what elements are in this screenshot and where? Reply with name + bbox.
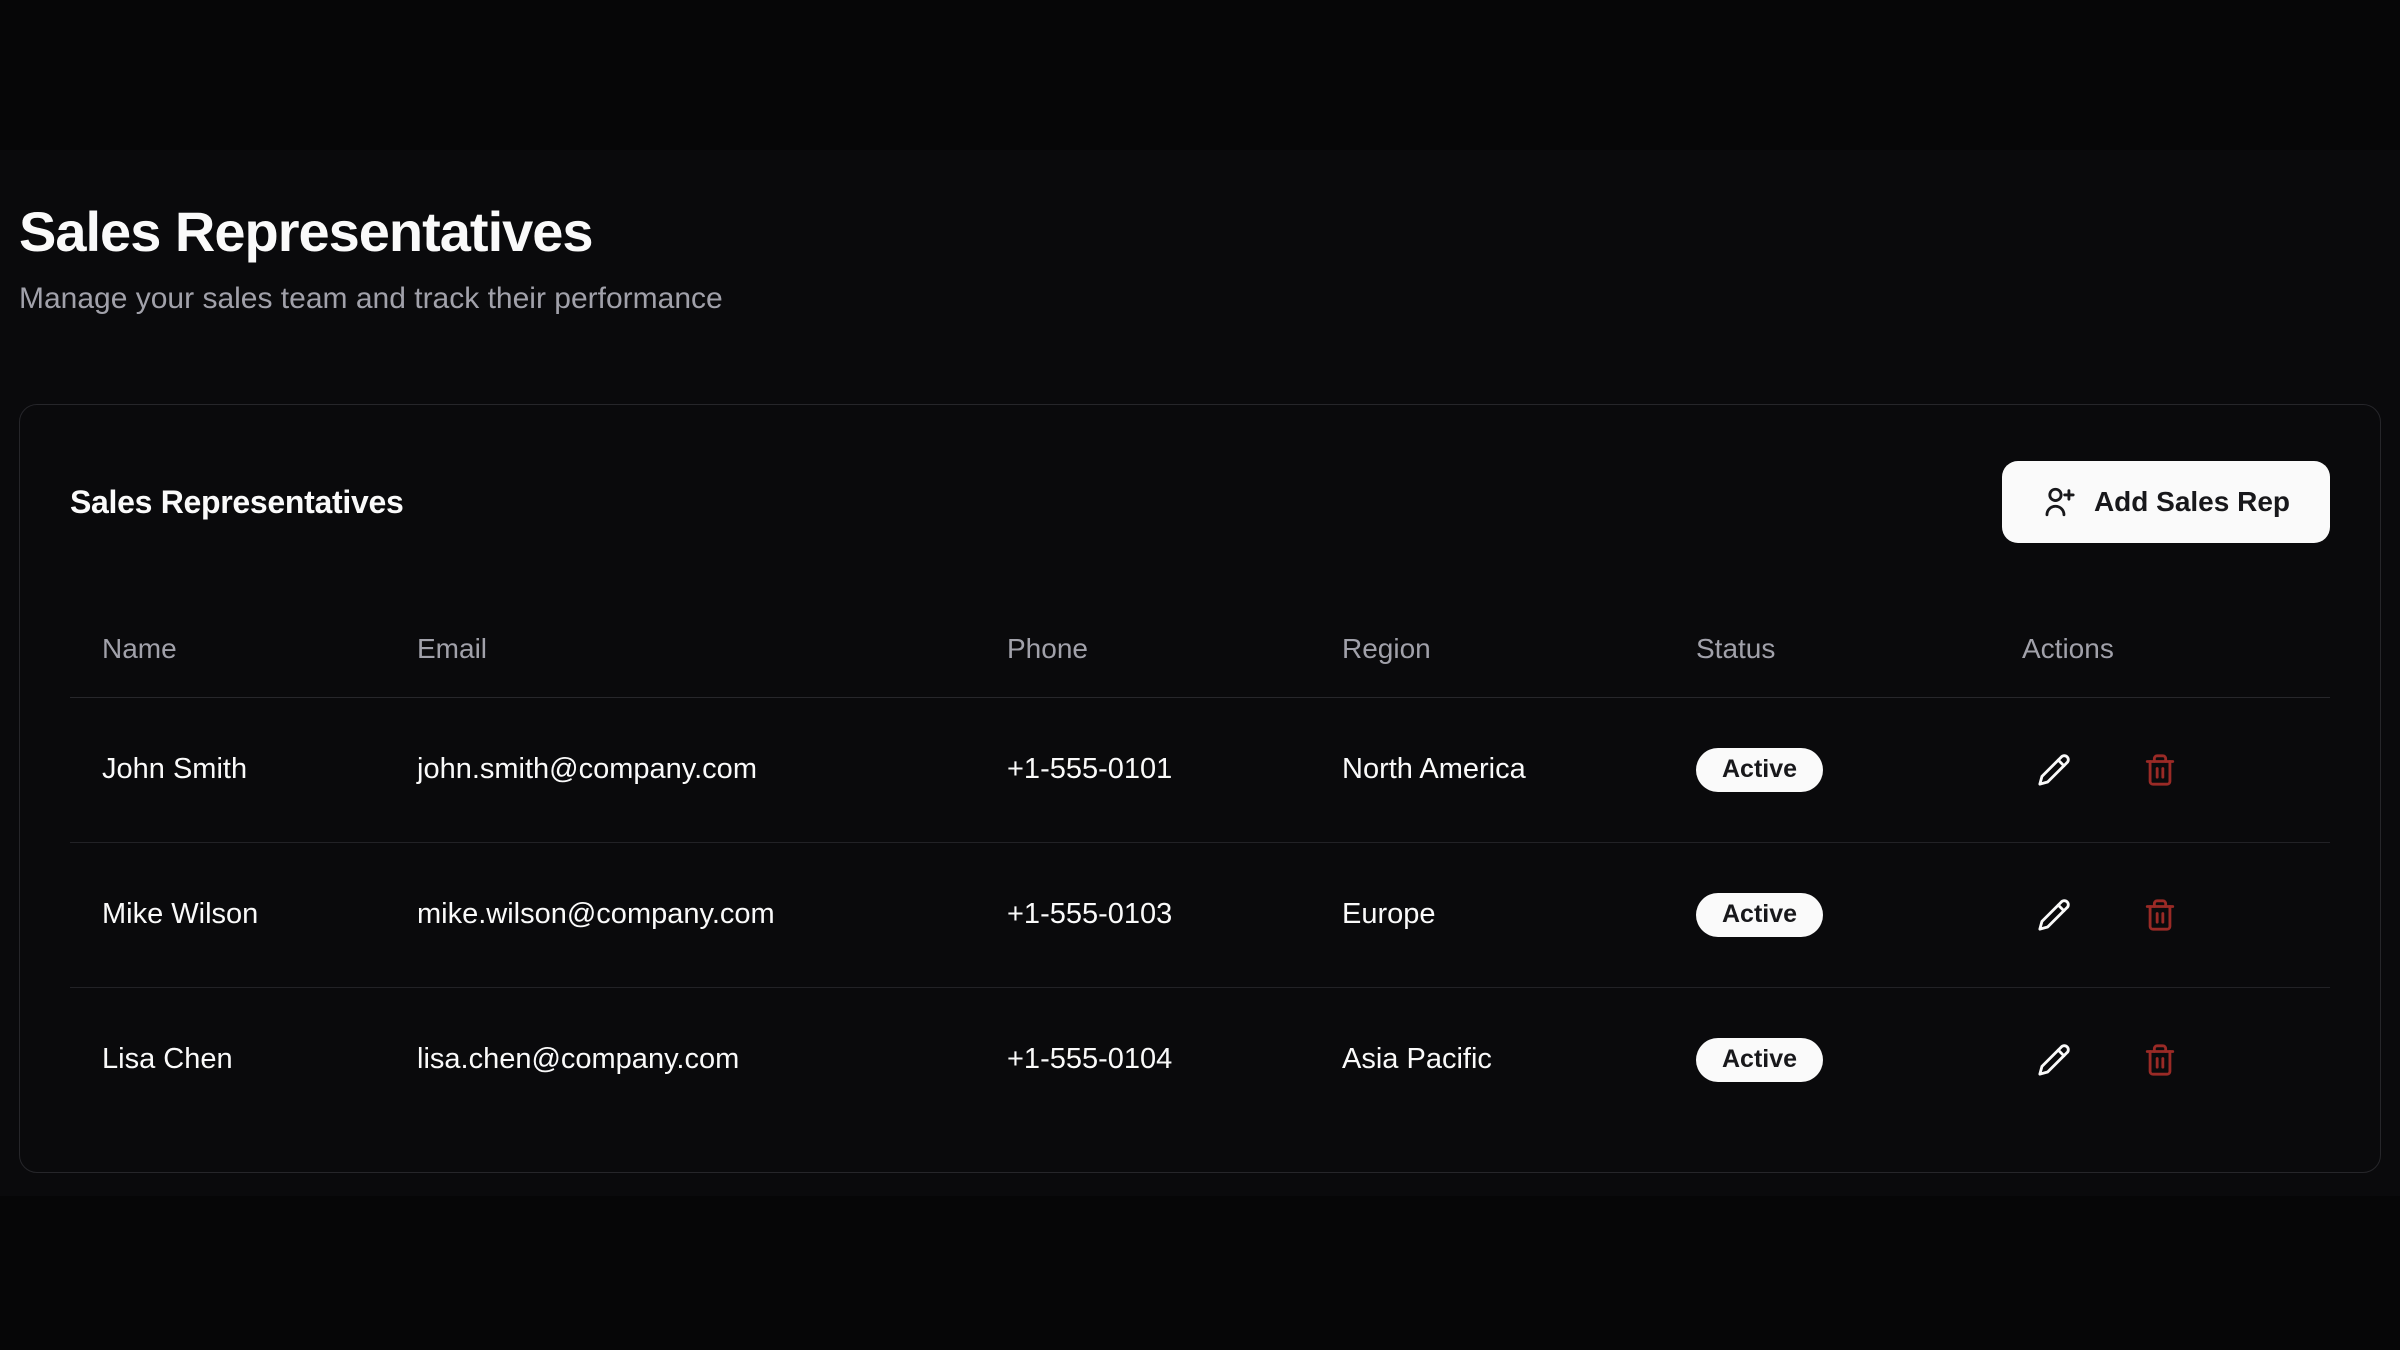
cell-region: Europe xyxy=(1310,842,1664,987)
delete-button[interactable] xyxy=(2128,883,2192,947)
cell-region: Asia Pacific xyxy=(1310,987,1664,1132)
column-header-status: Status xyxy=(1664,601,1990,697)
cell-phone: +1-555-0104 xyxy=(975,987,1310,1132)
page-title: Sales Representatives xyxy=(19,200,2381,264)
cell-status: Active xyxy=(1664,842,1990,987)
cell-email: john.smith@company.com xyxy=(385,697,975,842)
status-badge: Active xyxy=(1696,748,1823,792)
table-row: Mike Wilson mike.wilson@company.com +1-5… xyxy=(70,842,2330,987)
table-header-row: Name Email Phone Region Status Actions xyxy=(70,601,2330,697)
page-subtitle: Manage your sales team and track their p… xyxy=(19,278,2381,320)
cell-status: Active xyxy=(1664,697,1990,842)
trash-icon xyxy=(2143,898,2177,932)
delete-button[interactable] xyxy=(2128,1028,2192,1092)
trash-icon xyxy=(2143,753,2177,787)
cell-region: North America xyxy=(1310,697,1664,842)
card-title: Sales Representatives xyxy=(70,484,403,521)
cell-name: Mike Wilson xyxy=(70,842,385,987)
page-header: Sales Representatives Manage your sales … xyxy=(19,200,2381,320)
cell-phone: +1-555-0101 xyxy=(975,697,1310,842)
table-row: John Smith john.smith@company.com +1-555… xyxy=(70,697,2330,842)
column-header-phone: Phone xyxy=(975,601,1310,697)
cell-name: John Smith xyxy=(70,697,385,842)
main-content-area: Sales Representatives Manage your sales … xyxy=(0,150,2400,1196)
edit-button[interactable] xyxy=(2022,1028,2086,1092)
card-header: Sales Representatives Add Sales Rep xyxy=(70,461,2330,543)
add-sales-rep-label: Add Sales Rep xyxy=(2094,486,2290,518)
cell-actions xyxy=(1990,842,2330,987)
sales-reps-card: Sales Representatives Add Sales Rep xyxy=(19,404,2381,1173)
pencil-icon xyxy=(2037,1043,2071,1077)
status-badge: Active xyxy=(1696,893,1823,937)
pencil-icon xyxy=(2037,898,2071,932)
column-header-name: Name xyxy=(70,601,385,697)
cell-status: Active xyxy=(1664,987,1990,1132)
cell-actions xyxy=(1990,987,2330,1132)
user-plus-icon xyxy=(2042,485,2076,519)
cell-actions xyxy=(1990,697,2330,842)
column-header-region: Region xyxy=(1310,601,1664,697)
column-header-actions: Actions xyxy=(1990,601,2330,697)
page-container: Sales Representatives Manage your sales … xyxy=(0,200,2400,1173)
cell-email: mike.wilson@company.com xyxy=(385,842,975,987)
sales-reps-table: Name Email Phone Region Status Actions J… xyxy=(70,601,2330,1132)
add-sales-rep-button[interactable]: Add Sales Rep xyxy=(2002,461,2330,543)
status-badge: Active xyxy=(1696,1038,1823,1082)
delete-button[interactable] xyxy=(2128,738,2192,802)
cell-name: Lisa Chen xyxy=(70,987,385,1132)
cell-email: lisa.chen@company.com xyxy=(385,987,975,1132)
pencil-icon xyxy=(2037,753,2071,787)
trash-icon xyxy=(2143,1043,2177,1077)
table-row: Lisa Chen lisa.chen@company.com +1-555-0… xyxy=(70,987,2330,1132)
edit-button[interactable] xyxy=(2022,883,2086,947)
cell-phone: +1-555-0103 xyxy=(975,842,1310,987)
edit-button[interactable] xyxy=(2022,738,2086,802)
column-header-email: Email xyxy=(385,601,975,697)
